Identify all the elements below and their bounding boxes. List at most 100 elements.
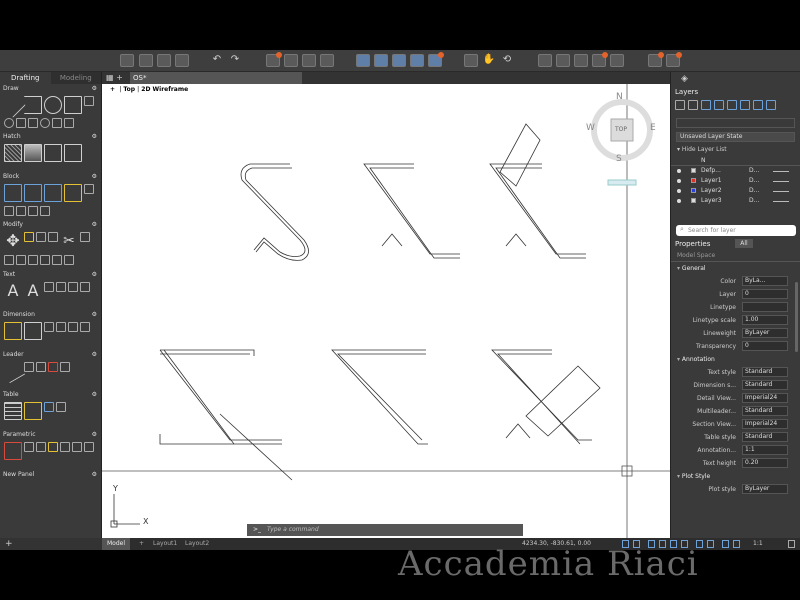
align-leader-icon[interactable]: [48, 362, 58, 372]
panel-header-new-panel[interactable]: New Panel ⚙: [0, 470, 101, 480]
command-line[interactable]: >_ Type a command: [247, 524, 523, 536]
tab-drafting[interactable]: Drafting: [0, 72, 51, 84]
pan-icon[interactable]: ✋: [482, 54, 496, 67]
viewcube-west[interactable]: W: [586, 123, 595, 133]
rectangle-icon[interactable]: [64, 96, 82, 114]
annotation-visibility-icon[interactable]: [733, 540, 740, 548]
layer-color-swatch[interactable]: [691, 178, 696, 183]
tab-modeling[interactable]: Modeling: [51, 72, 102, 84]
dimension-icon[interactable]: [24, 322, 42, 340]
add-panel-button[interactable]: +: [0, 538, 102, 550]
visibility-icon[interactable]: [677, 189, 681, 193]
layer-search-input[interactable]: Search for layer: [676, 225, 796, 236]
add-leader-icon[interactable]: [24, 362, 34, 372]
diameter-dimension-icon[interactable]: [80, 322, 90, 332]
panel-header-draw[interactable]: Draw ⚙: [0, 84, 101, 94]
hatch-icon[interactable]: [4, 144, 22, 162]
plot-icon[interactable]: [266, 52, 282, 67]
arc-icon[interactable]: [84, 96, 94, 106]
properties-scrollbar[interactable]: [795, 282, 798, 352]
viewcube-top-face[interactable]: TOP: [615, 126, 627, 133]
document-tab[interactable]: OS*: [130, 72, 302, 84]
shape-s-curve[interactable]: [240, 163, 309, 261]
tab-model[interactable]: Model: [102, 538, 131, 550]
polyline-icon[interactable]: [24, 96, 42, 114]
gear-icon[interactable]: ⚙: [92, 132, 97, 142]
delete-layer-icon[interactable]: [701, 100, 711, 110]
apps-icon[interactable]: [648, 52, 664, 67]
shape-z-with-box[interactable]: [491, 349, 601, 445]
selection-filter[interactable]: Model Space: [671, 250, 800, 262]
donut-icon[interactable]: [40, 118, 50, 128]
parallel-icon[interactable]: [60, 442, 70, 452]
shape-z-plain[interactable]: [331, 349, 428, 445]
circle-icon[interactable]: [44, 96, 62, 114]
layer-freeze-icon[interactable]: [392, 54, 406, 67]
tab-layout2[interactable]: Layout2: [180, 538, 214, 550]
panel-header-modify[interactable]: Modify ⚙: [0, 220, 101, 230]
group-annotation[interactable]: Annotation: [671, 353, 800, 366]
region-icon[interactable]: [64, 144, 82, 162]
line-icon[interactable]: [0, 92, 26, 118]
group-plot-style[interactable]: Plot Style: [671, 470, 800, 483]
layer-color-swatch[interactable]: [691, 198, 696, 203]
all-filter-button[interactable]: All: [735, 239, 753, 248]
render-icon[interactable]: [538, 54, 552, 67]
erase-icon[interactable]: [80, 232, 90, 242]
panel-header-hatch[interactable]: Hatch ⚙: [0, 132, 101, 142]
stretch-icon[interactable]: [16, 255, 26, 265]
gear-icon[interactable]: ⚙: [92, 172, 97, 182]
xline-icon[interactable]: [28, 118, 38, 128]
save-as-icon[interactable]: [175, 54, 189, 67]
layers-palette-icon[interactable]: ◈: [681, 74, 688, 84]
block-palette-icon[interactable]: [64, 184, 82, 202]
annotation-scale[interactable]: 1:1: [753, 538, 763, 550]
new-layer-icon[interactable]: [675, 100, 685, 110]
multileader-icon[interactable]: [0, 358, 26, 384]
polygon-icon[interactable]: [52, 118, 62, 128]
publish-icon[interactable]: [302, 54, 316, 67]
materials-icon[interactable]: [556, 54, 570, 67]
lock-constraint-icon[interactable]: [48, 442, 58, 452]
visibility-icon[interactable]: [677, 199, 681, 203]
add-layout-button[interactable]: +: [134, 538, 149, 550]
set-current-icon[interactable]: [714, 100, 724, 110]
gear-icon[interactable]: ⚙: [92, 350, 97, 360]
visibility-icon[interactable]: [677, 179, 681, 183]
panel-header-parametric[interactable]: Parametric ⚙: [0, 430, 101, 440]
transparency-toggle-icon[interactable]: [707, 540, 714, 548]
radius-dimension-icon[interactable]: [68, 322, 78, 332]
layer-name-column[interactable]: N: [701, 157, 706, 164]
gear-icon[interactable]: ⚙: [92, 220, 97, 230]
visual-styles-icon[interactable]: [592, 52, 608, 67]
gear-icon[interactable]: ⚙: [92, 390, 97, 400]
layer-row[interactable]: Defp... D...: [671, 166, 800, 176]
share-icon[interactable]: [666, 52, 682, 67]
insert-block-icon[interactable]: [4, 184, 22, 202]
horizontal-icon[interactable]: [84, 442, 94, 452]
create-block-icon[interactable]: [24, 184, 42, 202]
geometric-constraint-icon[interactable]: [4, 442, 22, 460]
layer-color-swatch[interactable]: [691, 188, 696, 193]
undo-icon[interactable]: ↶: [210, 54, 224, 67]
offset-icon[interactable]: [28, 255, 38, 265]
panel-header-dimension[interactable]: Dimension ⚙: [0, 310, 101, 320]
collect-leader-icon[interactable]: [60, 362, 70, 372]
camera-icon[interactable]: [610, 54, 624, 67]
tab-layout1[interactable]: Layout1: [148, 538, 182, 550]
zoom-window-icon[interactable]: [464, 54, 478, 67]
shape-z-crossed[interactable]: [159, 349, 293, 481]
layer-row[interactable]: Layer1 D...: [671, 176, 800, 186]
explode-icon[interactable]: [64, 255, 74, 265]
shape-z-angled[interactable]: [363, 163, 460, 259]
viewcube-north[interactable]: N: [616, 92, 623, 102]
shape-z-with-panel[interactable]: [489, 123, 586, 259]
redo-icon[interactable]: ↷: [228, 54, 242, 67]
customization-menu-icon[interactable]: [788, 540, 795, 548]
group-general[interactable]: General: [671, 262, 800, 275]
linear-dimension-icon[interactable]: [4, 322, 22, 340]
text-scale-icon[interactable]: [80, 282, 90, 292]
new-vp-layer-icon[interactable]: [688, 100, 698, 110]
selection-cycling-icon[interactable]: [722, 540, 729, 548]
gear-icon[interactable]: ⚙: [92, 310, 97, 320]
